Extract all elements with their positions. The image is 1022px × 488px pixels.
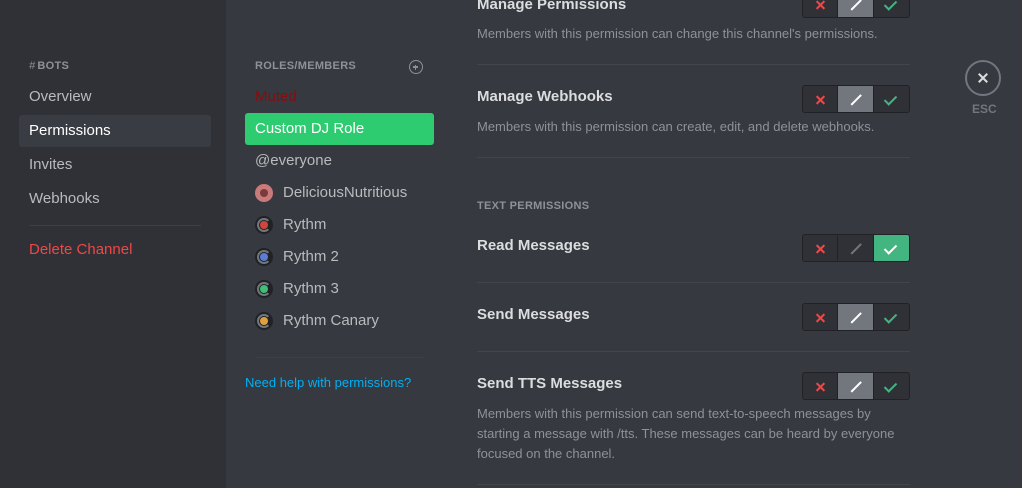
- sidebar-item-overview[interactable]: Overview: [19, 81, 211, 113]
- roles-divider: [255, 357, 424, 358]
- roles-members-header: ROLES/MEMBERS: [255, 60, 357, 72]
- perm-title-read-messages: Read Messages: [477, 237, 590, 254]
- deny-icon[interactable]: [803, 235, 839, 261]
- toggle-read-messages: [802, 234, 910, 262]
- sidebar-header: # BOTS: [29, 60, 69, 72]
- avatar: [255, 184, 273, 202]
- member-rythm[interactable]: Rythm: [245, 209, 434, 241]
- perm-desc-manage-permissions: Members with this permission can change …: [477, 26, 878, 41]
- delete-channel-button[interactable]: Delete Channel: [19, 234, 211, 266]
- perm-title-manage-permissions: Manage Permissions: [477, 0, 627, 13]
- member-label: Rythm: [283, 216, 327, 233]
- perm-title-manage-webhooks: Manage Webhooks: [477, 88, 613, 105]
- deny-icon[interactable]: [803, 373, 839, 399]
- member-rythm-3[interactable]: Rythm 3: [245, 273, 434, 305]
- neutral-icon[interactable]: [838, 304, 874, 330]
- member-label: Rythm Canary: [283, 312, 379, 329]
- toggle-manage-permissions: [802, 0, 910, 18]
- avatar: [255, 248, 273, 266]
- sidebar-item-webhooks[interactable]: Webhooks: [19, 183, 211, 215]
- allow-check-icon[interactable]: [874, 86, 909, 112]
- avatar: [255, 216, 273, 234]
- sidebar-divider: [29, 225, 201, 226]
- esc-label: ESC: [972, 102, 997, 116]
- toggle-send-messages: [802, 303, 910, 331]
- deny-icon[interactable]: [803, 86, 839, 112]
- perm-desc-send-tts: Members with this permission can send te…: [477, 406, 895, 461]
- close-icon[interactable]: [965, 60, 1001, 96]
- sidebar-item-permissions[interactable]: Permissions: [19, 115, 211, 147]
- role-muted[interactable]: Muted: [245, 81, 434, 113]
- member-label: Rythm 3: [283, 280, 339, 297]
- neutral-icon[interactable]: [838, 373, 874, 399]
- allow-check-icon[interactable]: [874, 373, 909, 399]
- member-label: DeliciousNutritious: [283, 184, 408, 201]
- neutral-icon[interactable]: [838, 235, 874, 261]
- neutral-icon[interactable]: [838, 0, 874, 17]
- role-custom-dj[interactable]: Custom DJ Role: [245, 113, 434, 145]
- allow-check-icon[interactable]: [873, 235, 909, 261]
- toggle-manage-webhooks: [802, 85, 910, 113]
- perm-divider: [477, 64, 910, 65]
- member-rythm-2[interactable]: Rythm 2: [245, 241, 434, 273]
- avatar: [255, 312, 273, 330]
- perm-desc-manage-webhooks: Members with this permission can create,…: [477, 119, 875, 134]
- member-deliciousnutritious[interactable]: DeliciousNutritious: [245, 177, 434, 209]
- avatar: [255, 280, 273, 298]
- member-label: Rythm 2: [283, 248, 339, 265]
- toggle-send-tts: [802, 372, 910, 400]
- allow-check-icon[interactable]: [874, 304, 909, 330]
- role-everyone[interactable]: @everyone: [245, 145, 434, 177]
- help-permissions-link[interactable]: Need help with permissions?: [245, 375, 411, 390]
- neutral-icon[interactable]: [838, 86, 874, 112]
- member-rythm-canary[interactable]: Rythm Canary: [245, 305, 434, 337]
- deny-icon[interactable]: [803, 0, 839, 17]
- sidebar-item-invites[interactable]: Invites: [19, 149, 211, 181]
- deny-icon[interactable]: [803, 304, 839, 330]
- text-permissions-header: TEXT PERMISSIONS: [477, 200, 590, 212]
- plus-circle-icon[interactable]: [409, 60, 423, 74]
- perm-divider: [477, 282, 910, 283]
- perm-divider: [477, 484, 910, 485]
- channel-name: BOTS: [37, 60, 70, 72]
- settings-sidebar: # BOTS Overview Permissions Invites Webho…: [0, 0, 226, 488]
- allow-check-icon[interactable]: [874, 0, 909, 17]
- channel-hash-icon: #: [29, 60, 36, 72]
- perm-divider: [477, 157, 910, 158]
- perm-title-send-tts: Send TTS Messages: [477, 375, 623, 392]
- perm-title-send-messages: Send Messages: [477, 306, 590, 323]
- perm-divider: [477, 351, 910, 352]
